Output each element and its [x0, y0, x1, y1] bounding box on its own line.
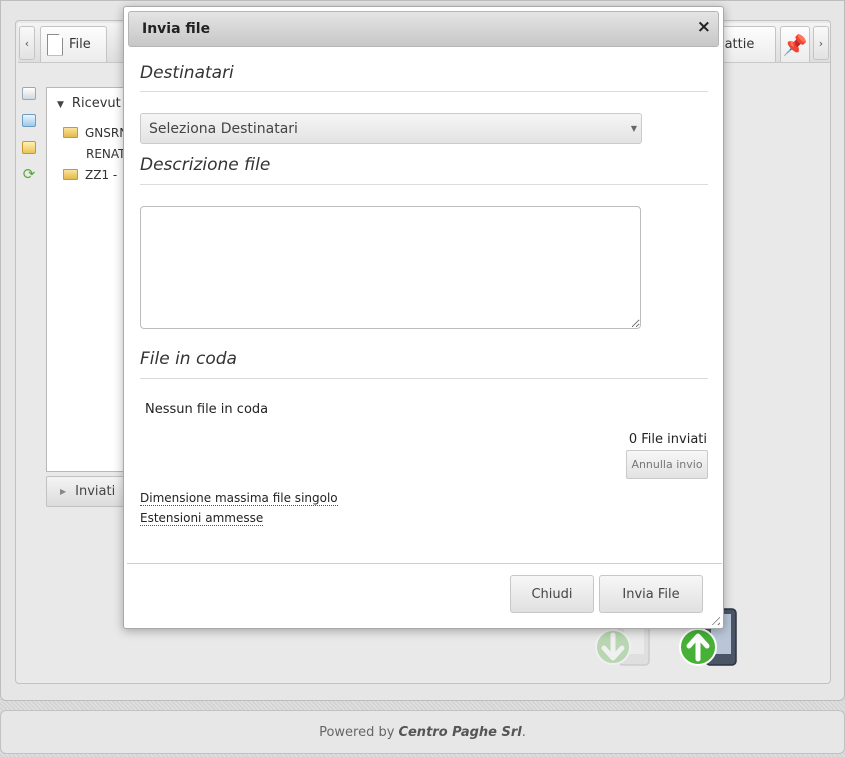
- footer-suffix: .: [521, 724, 526, 740]
- tab-file[interactable]: File: [40, 26, 107, 62]
- dialog-footer-divider: [127, 563, 722, 564]
- tree-item[interactable]: GNSRN: [63, 126, 128, 140]
- side-toolbar: ⟳: [22, 87, 38, 195]
- resize-grip-icon[interactable]: [708, 613, 720, 625]
- extensions-link[interactable]: Estensioni ammesse: [140, 511, 264, 526]
- page-footer: Powered by Centro Paghe Srl.: [0, 710, 845, 754]
- edit-icon[interactable]: [22, 114, 36, 127]
- close-button[interactable]: Chiudi: [510, 575, 594, 613]
- queue-heading: File in coda: [140, 349, 237, 369]
- recipients-heading: Destinatari: [140, 63, 234, 83]
- folder-star-icon[interactable]: [22, 141, 36, 154]
- file-icon: [47, 33, 63, 56]
- footer-company: Centro Paghe Srl: [398, 724, 522, 740]
- pin-icon: 📌: [782, 32, 808, 57]
- tree-item-label: GNSRN: [85, 126, 129, 140]
- grid-icon[interactable]: [22, 87, 36, 100]
- tree-item-continued[interactable]: RENAT: [86, 147, 126, 161]
- close-icon[interactable]: ×: [697, 17, 711, 37]
- max-size-link[interactable]: Dimensione massima file singolo: [140, 491, 338, 506]
- recipients-select[interactable]: Seleziona Destinatari ▼: [140, 113, 642, 144]
- tree-header-label: Ricevut: [71, 96, 121, 111]
- recipients-select-value: Seleziona Destinatari: [149, 120, 298, 137]
- tree-header-ricevuti[interactable]: ▼ Ricevut: [57, 96, 121, 111]
- tree-item[interactable]: ZZ1 -: [63, 168, 117, 182]
- tab-file-label: File: [69, 37, 91, 52]
- caret-right-icon: ▶: [60, 487, 67, 496]
- divider: [140, 91, 708, 92]
- tab-pin[interactable]: 📌: [780, 26, 810, 62]
- chevron-down-icon: ▼: [630, 124, 637, 133]
- send-file-dialog: Invia file × Destinatari Seleziona Desti…: [123, 6, 724, 629]
- cancel-send-button[interactable]: Annulla invio: [626, 450, 708, 479]
- caret-down-icon: ▼: [57, 100, 64, 110]
- folder-icon: [63, 169, 78, 180]
- queue-empty-text: Nessun file in coda: [145, 402, 269, 417]
- send-file-button[interactable]: Invia File: [599, 575, 703, 613]
- refresh-icon[interactable]: ⟳: [22, 167, 36, 182]
- description-heading: Descrizione file: [140, 155, 271, 175]
- divider: [140, 378, 708, 379]
- dialog-titlebar[interactable]: Invia file ×: [128, 11, 719, 47]
- divider: [140, 184, 708, 185]
- chevron-right-icon[interactable]: ›: [813, 26, 829, 60]
- dialog-title: Invia file: [142, 21, 211, 37]
- folder-icon: [63, 127, 78, 138]
- inviati-label: Inviati: [75, 484, 116, 499]
- chevron-left-icon[interactable]: ‹: [19, 26, 35, 60]
- description-textarea[interactable]: [140, 206, 641, 329]
- sent-count: 0 File inviati: [628, 432, 707, 447]
- footer-prefix: Powered by: [319, 724, 395, 740]
- tree-item-label: ZZ1 -: [85, 168, 118, 182]
- tree-item-label: RENAT: [86, 147, 126, 161]
